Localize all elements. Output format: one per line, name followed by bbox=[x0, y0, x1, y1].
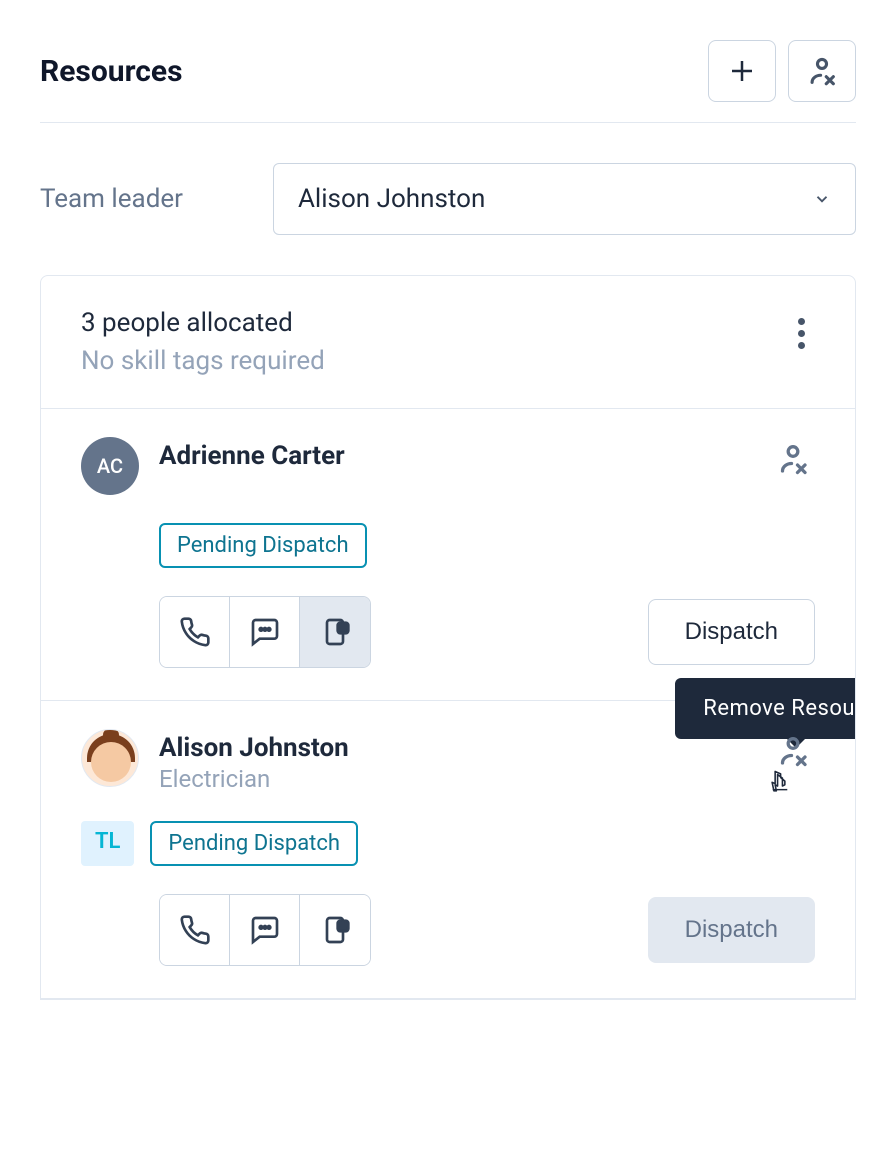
resource-card: Remove Resource Alison Johnston Electric… bbox=[41, 701, 855, 999]
device-notification-icon: 1 bbox=[319, 616, 351, 648]
plus-icon bbox=[727, 56, 757, 86]
status-badge: Pending Dispatch bbox=[150, 821, 358, 866]
message-button[interactable] bbox=[230, 895, 300, 965]
remove-resource-button[interactable] bbox=[771, 729, 815, 773]
team-leader-label: Team leader bbox=[40, 184, 183, 214]
cursor-icon bbox=[765, 769, 795, 803]
person-remove-icon bbox=[775, 441, 811, 477]
allocation-subtitle: No skill tags required bbox=[81, 346, 325, 376]
device-notification-icon: 1 bbox=[319, 914, 351, 946]
dispatch-button[interactable]: Dispatch bbox=[648, 599, 815, 665]
remove-resource-button[interactable] bbox=[771, 437, 815, 481]
avatar bbox=[81, 729, 139, 787]
remove-resource-tooltip: Remove Resource bbox=[675, 678, 856, 739]
comm-group: 1 bbox=[159, 596, 371, 668]
message-icon bbox=[249, 616, 281, 648]
phone-icon bbox=[179, 914, 211, 946]
add-button[interactable] bbox=[708, 40, 776, 102]
divider bbox=[40, 122, 856, 123]
team-leader-select[interactable]: Alison Johnston bbox=[273, 163, 856, 235]
svg-text:1: 1 bbox=[340, 921, 345, 931]
notification-button[interactable]: 1 bbox=[300, 597, 370, 667]
chevron-down-icon bbox=[813, 190, 831, 208]
person-remove-icon bbox=[805, 54, 839, 88]
team-leader-selected: Alison Johnston bbox=[298, 184, 485, 214]
phone-button[interactable] bbox=[160, 597, 230, 667]
resource-name: Adrienne Carter bbox=[159, 441, 751, 471]
svg-text:1: 1 bbox=[340, 623, 345, 633]
more-options-button[interactable] bbox=[788, 308, 815, 359]
allocation-box: 3 people allocated No skill tags require… bbox=[40, 275, 856, 1000]
header-actions bbox=[708, 40, 856, 102]
resource-name: Alison Johnston bbox=[159, 733, 751, 763]
person-remove-icon bbox=[775, 733, 811, 769]
message-button[interactable] bbox=[230, 597, 300, 667]
allocation-count: 3 people allocated bbox=[81, 308, 325, 338]
page-title: Resources bbox=[40, 54, 183, 89]
status-badge: Pending Dispatch bbox=[159, 523, 367, 568]
phone-icon bbox=[179, 616, 211, 648]
resource-card: AC Adrienne Carter Pending Dispatch 1 bbox=[41, 409, 855, 701]
phone-button[interactable] bbox=[160, 895, 230, 965]
team-leader-badge: TL bbox=[81, 821, 134, 866]
message-icon bbox=[249, 914, 281, 946]
notification-button[interactable]: 1 bbox=[300, 895, 370, 965]
avatar: AC bbox=[81, 437, 139, 495]
allocation-header: 3 people allocated No skill tags require… bbox=[41, 276, 855, 409]
dispatch-button: Dispatch bbox=[648, 897, 815, 963]
remove-resource-header-button[interactable] bbox=[788, 40, 856, 102]
resource-role: Electrician bbox=[159, 765, 751, 793]
comm-group: 1 bbox=[159, 894, 371, 966]
